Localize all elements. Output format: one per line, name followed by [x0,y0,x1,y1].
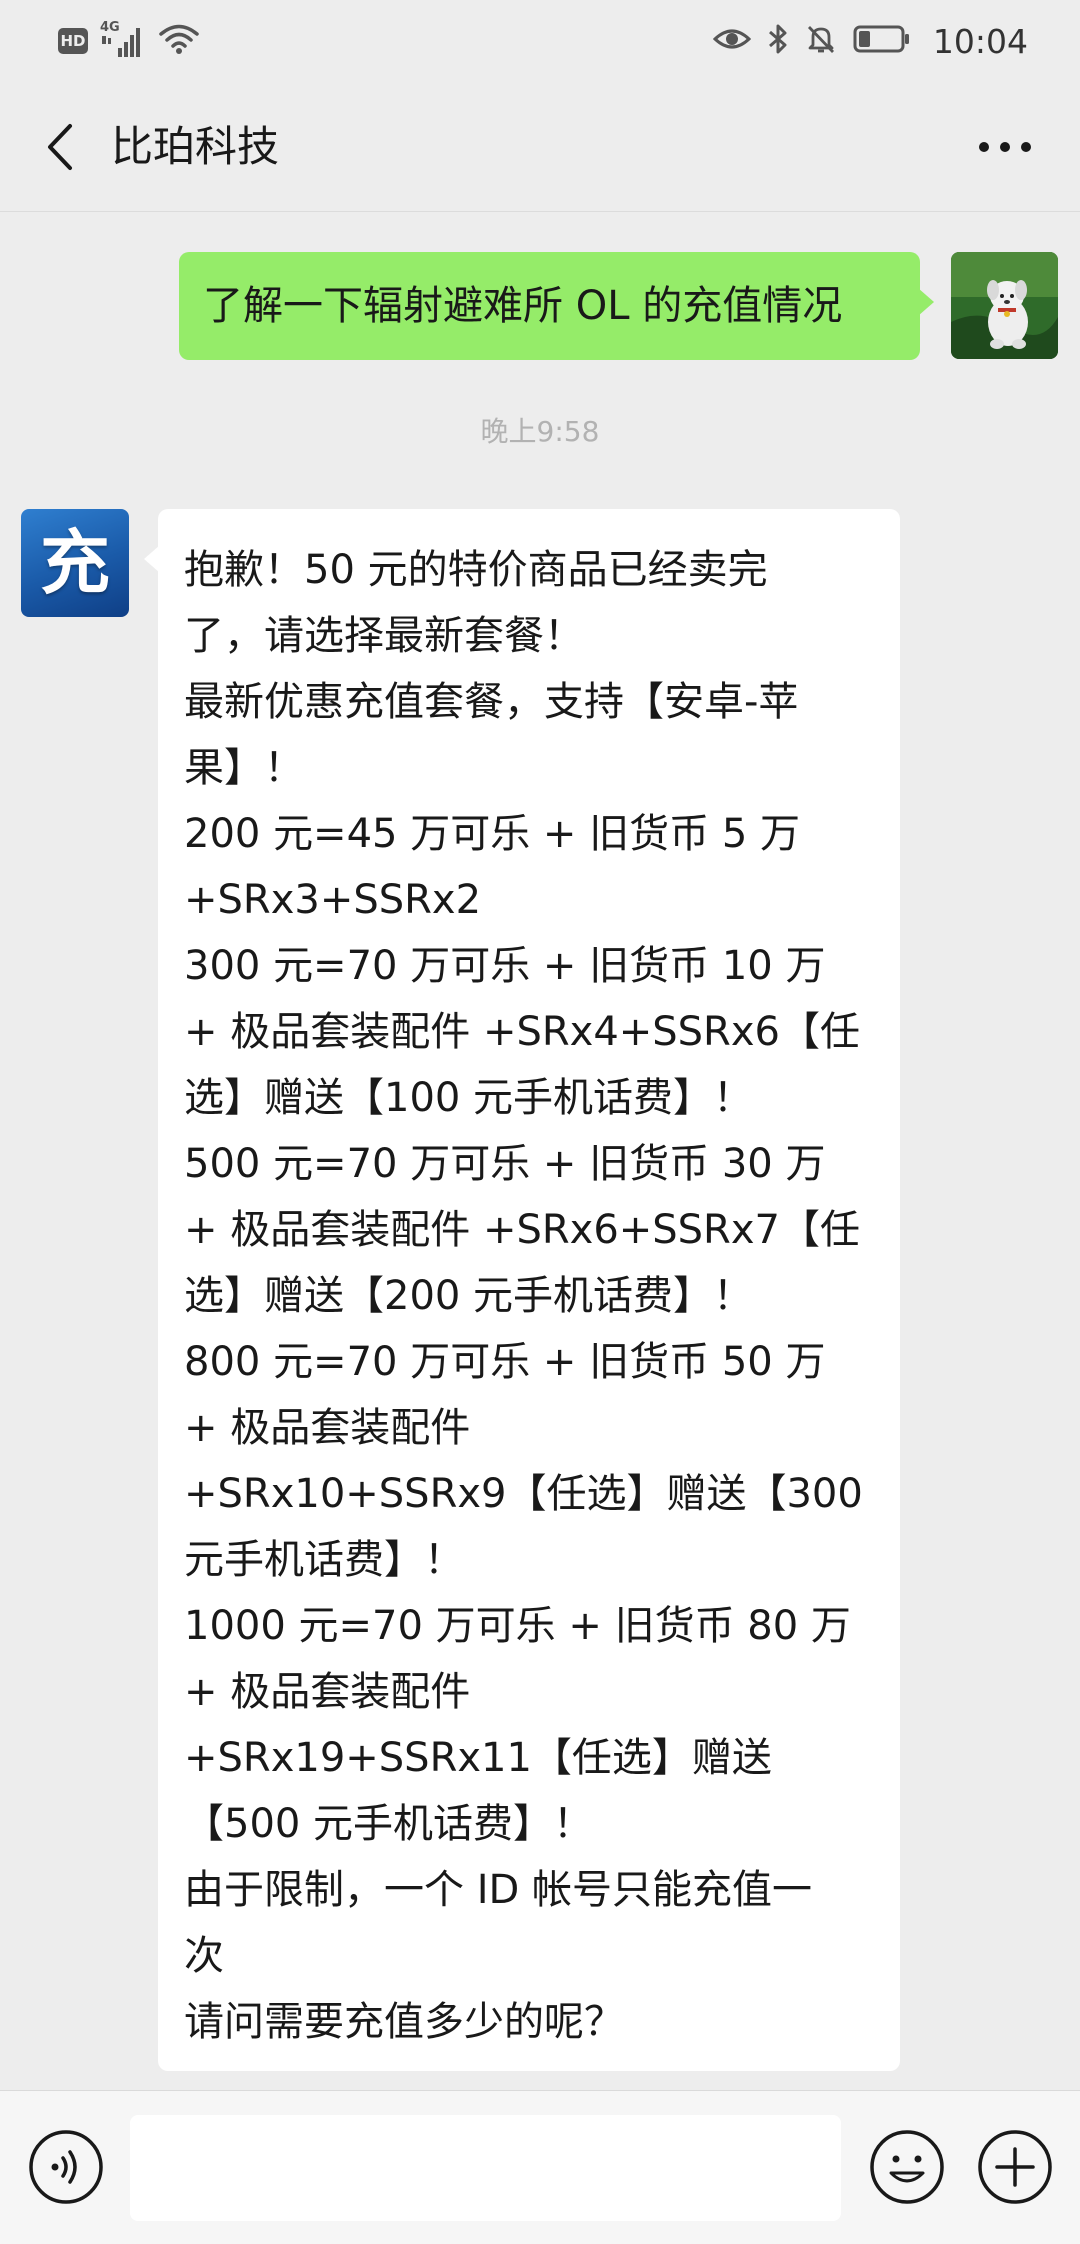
eye-icon [712,25,752,57]
mute-bell-icon [805,23,837,59]
message-line: 了，请选择最新套餐！ [184,613,584,659]
header-divider [0,211,1080,212]
bluetooth-icon [767,23,789,59]
plus-button[interactable] [977,2129,1053,2205]
message-input[interactable] [130,2115,841,2221]
cartoon-dog-avatar-icon [951,252,1058,359]
message-line: +SRx3+SSRx2 [184,877,482,923]
my-avatar[interactable] [951,252,1058,359]
message-line: 800 元=70 万可乐 + 旧货币 50 万 [184,1339,826,1385]
message-line: + 极品套装配件 [184,1669,471,1715]
status-right: 10:04 [712,21,1080,61]
battery-icon [853,24,911,58]
message-line: 果】！ [184,745,304,791]
chat-title: 比珀科技 [111,122,280,171]
sender-avatar[interactable]: 充 [21,509,129,617]
message-line: 300 元=70 万可乐 + 旧货币 10 万 [184,943,826,989]
more-dots-icon [979,142,1031,152]
sent-message-bubble[interactable]: 了解一下辐射避难所 OL 的充值情况 [179,252,934,360]
input-bar [0,2090,1080,2244]
voice-button[interactable] [28,2129,104,2205]
message-line: + 极品套装配件 +SRx6+SSRx7【任 [184,1207,860,1253]
hd-badge: HD [58,28,88,54]
sender-avatar-text: 充 [40,522,110,604]
message-line: 最新优惠充值套餐，支持【安卓-苹 [184,679,799,725]
message-line: + 极品套装配件 +SRx4+SSRx6【任 [184,1009,860,1055]
chat-screen: HD 4G 10:04 比珀科技 了解一下辐射避难所 OL 的充值情况 晚上9:… [0,0,1080,2244]
message-line: 选】赠送【200 元手机话费】！ [184,1273,754,1319]
status-left: HD 4G [0,20,200,59]
message-line: 选】赠送【100 元手机话费】！ [184,1075,754,1121]
back-button[interactable] [30,115,90,179]
message-line: + 极品套装配件 [184,1405,471,1451]
chat-header: 比珀科技 [0,82,1080,212]
message-line: 抱歉！50 元的特价商品已经卖完 [184,547,768,593]
cellular-signal-icon: 4G [100,20,146,58]
status-time: 10:04 [932,21,1028,61]
message-line: 次 [184,1933,224,1979]
message-line: 200 元=45 万可乐 + 旧货币 5 万 [184,811,801,857]
status-bar: HD 4G 10:04 [0,0,1080,82]
message-timestamp: 晚上9:58 [480,415,600,448]
message-line: 元手机话费】！ [184,1537,464,1583]
voice-icon [29,2130,103,2204]
received-message-bubble[interactable]: 抱歉！50 元的特价商品已经卖完 了，请选择最新套餐！ 最新优惠充值套餐，支持【… [144,509,900,2071]
more-button[interactable] [970,122,1040,172]
emoji-icon [870,2130,944,2204]
sent-message-text: 了解一下辐射避难所 OL 的充值情况 [203,283,843,329]
message-line: 1000 元=70 万可乐 + 旧货币 80 万 [184,1603,851,1649]
chevron-left-icon [48,124,72,170]
message-line: 由于限制，一个 ID 帐号只能充值一 [184,1867,813,1913]
plus-icon [978,2130,1052,2204]
wifi-icon [158,23,200,59]
message-line: +SRx10+SSRx9【任选】赠送【300 [184,1471,863,1517]
message-line: 500 元=70 万可乐 + 旧货币 30 万 [184,1141,826,1187]
emoji-button[interactable] [869,2129,945,2205]
message-line: +SRx19+SSRx11【任选】赠送 [184,1735,772,1781]
message-line: 请问需要充值多少的呢？ [184,1999,624,2045]
message-line: 【500 元手机话费】！ [184,1801,594,1847]
